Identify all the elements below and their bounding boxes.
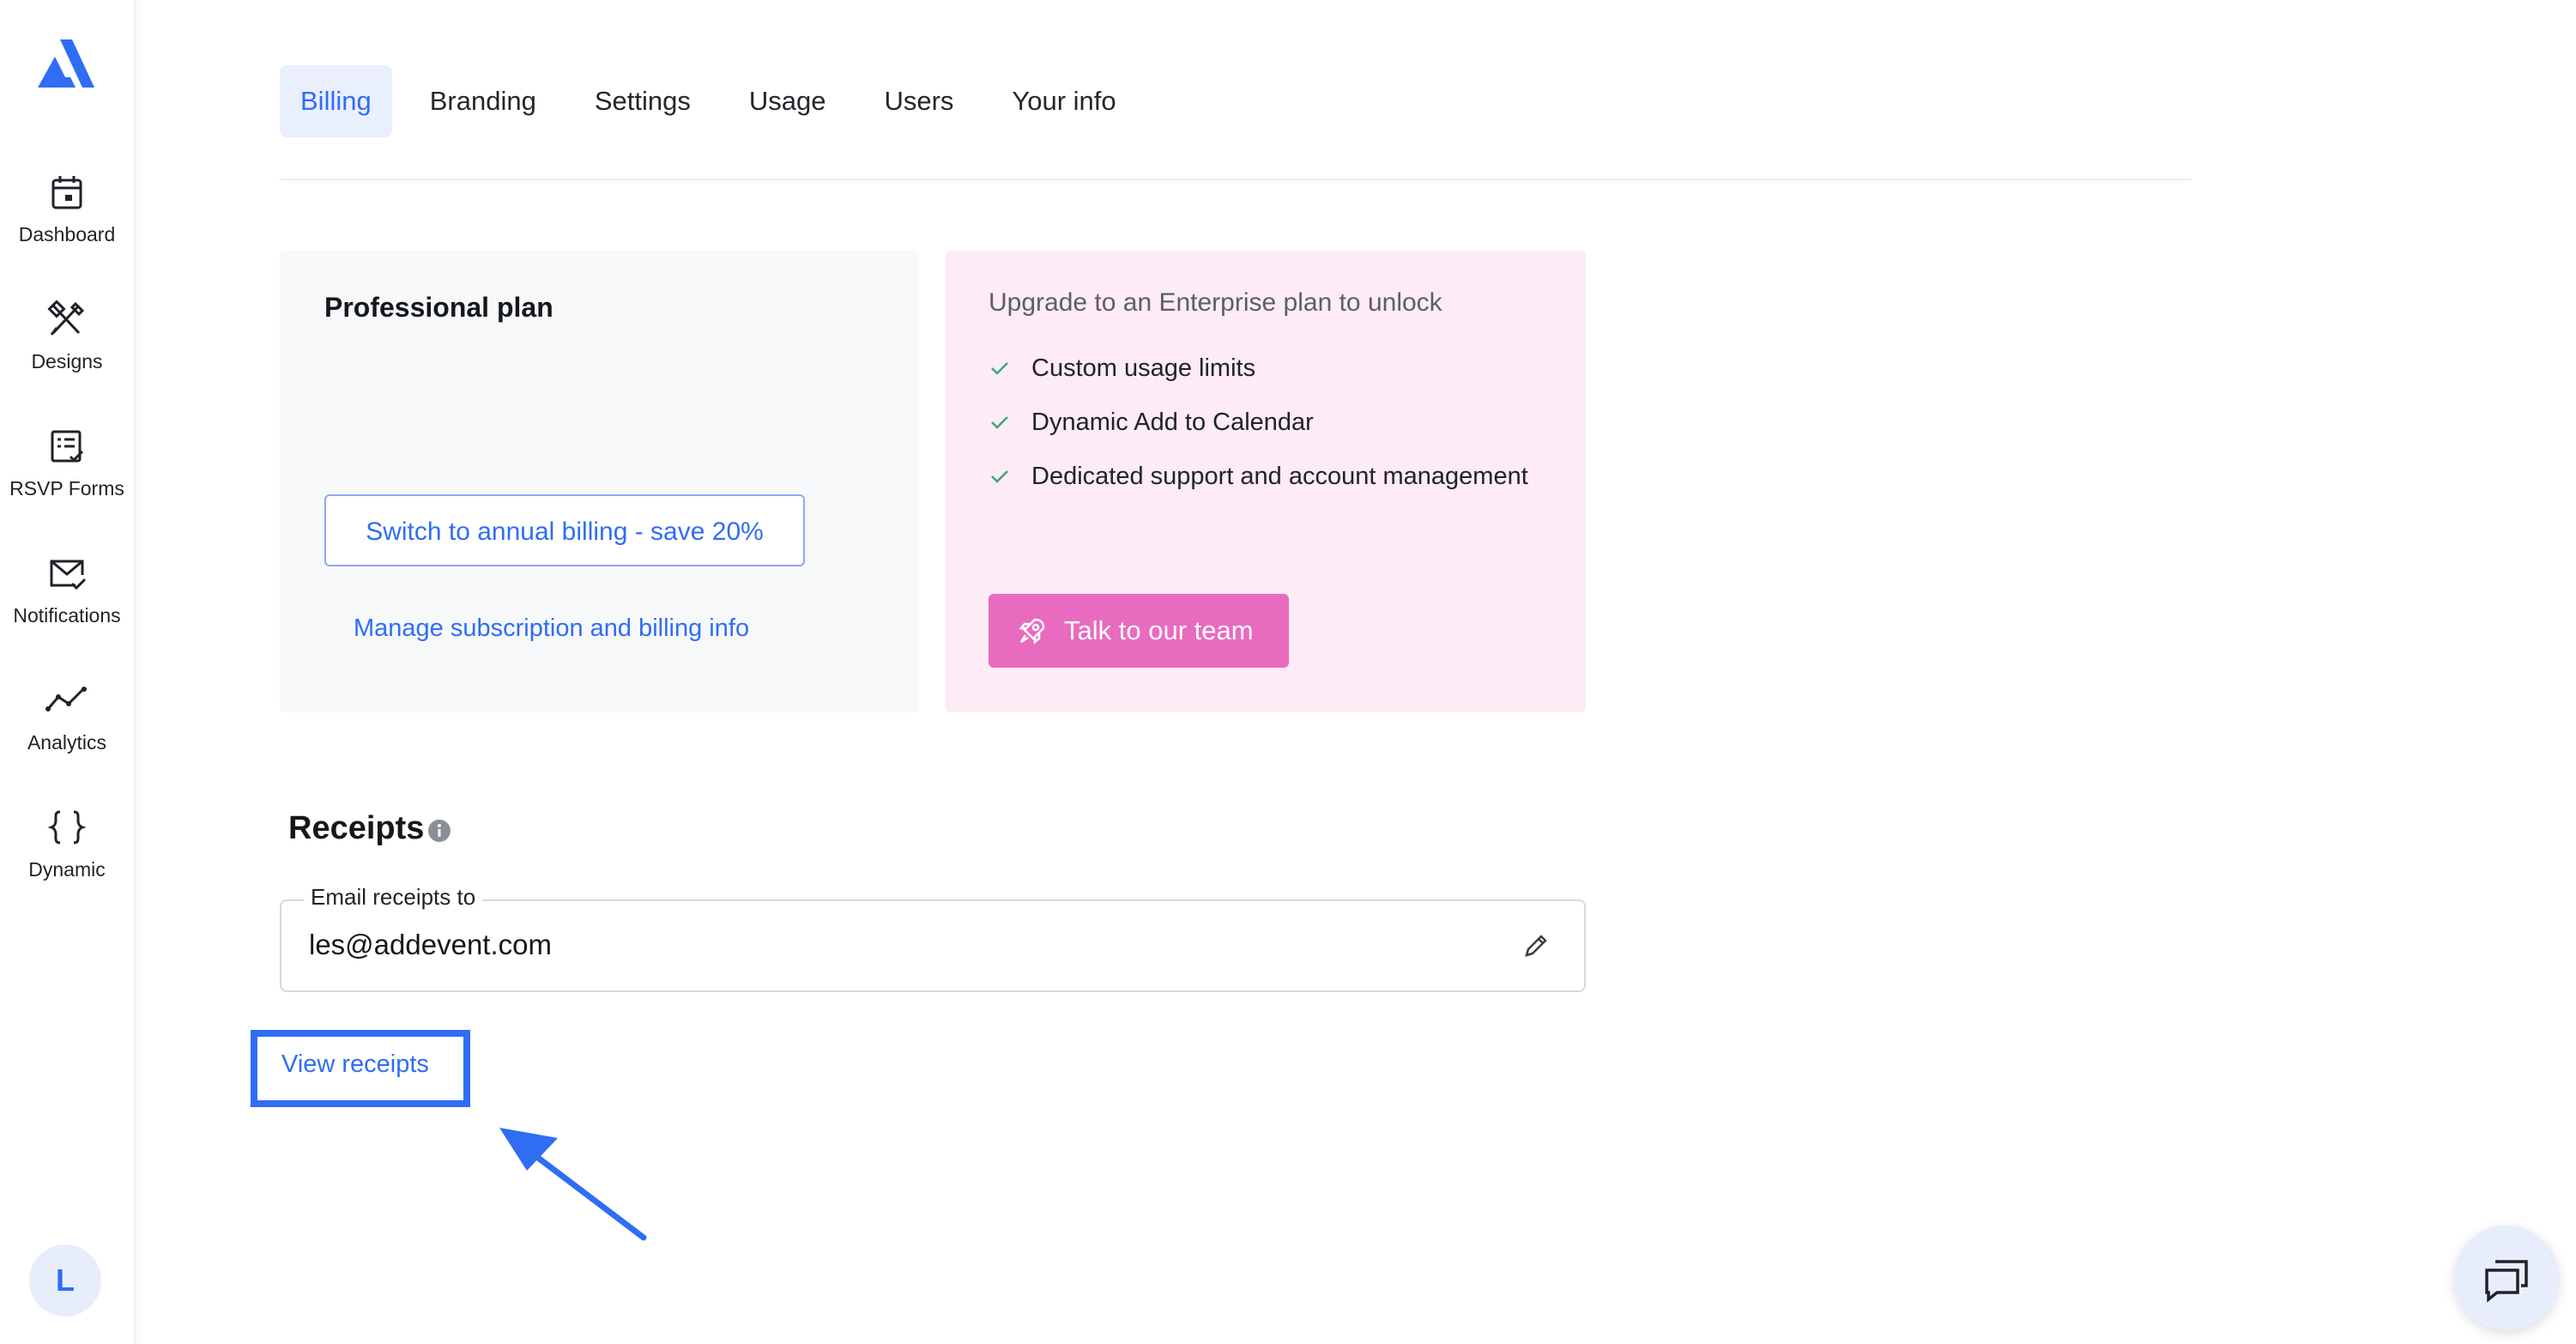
addevent-logo[interactable] xyxy=(34,34,98,98)
sidebar-item-dynamic[interactable]: Dynamic xyxy=(0,805,134,881)
pencil-icon[interactable] xyxy=(1522,932,1550,960)
sidebar-item-analytics[interactable]: Analytics xyxy=(0,678,134,754)
check-icon xyxy=(991,362,1008,375)
plan-card: Professional plan Switch to annual billi… xyxy=(280,251,918,712)
tab-usage[interactable]: Usage xyxy=(729,65,847,137)
talk-to-team-label: Talk to our team xyxy=(1064,615,1254,645)
upgrade-card: Upgrade to an Enterprise plan to unlock … xyxy=(946,251,1586,712)
design-tools-icon xyxy=(47,300,85,336)
rocket-icon xyxy=(1019,618,1045,645)
feature-label: Custom usage limits xyxy=(1031,354,1256,382)
annotation-arrow-icon xyxy=(499,1128,647,1241)
tab-billing[interactable]: Billing xyxy=(280,65,392,137)
feature-label: Dynamic Add to Calendar xyxy=(1031,409,1314,436)
sidebar-item-label: Notifications xyxy=(13,604,121,627)
form-checklist-icon xyxy=(51,430,84,463)
switch-annual-billing-button[interactable]: Switch to annual billing - save 20% xyxy=(324,494,805,566)
receipts-heading: Receipts xyxy=(288,810,425,846)
calendar-icon xyxy=(51,176,82,209)
list-item: Dedicated support and account management xyxy=(989,457,1538,496)
sidebar-item-label: RSVP Forms xyxy=(9,477,124,499)
avatar[interactable]: L xyxy=(29,1244,101,1317)
check-icon xyxy=(991,470,1008,483)
upgrade-title: Upgrade to an Enterprise plan to unlock xyxy=(989,288,1442,317)
email-receipts-label: Email receipts to xyxy=(304,884,483,911)
chat-launcher-button[interactable] xyxy=(2454,1226,2559,1330)
tab-divider xyxy=(280,179,2192,180)
sidebar-item-label: Designs xyxy=(31,350,103,372)
tab-branding[interactable]: Branding xyxy=(409,65,557,137)
tab-your-info[interactable]: Your info xyxy=(991,65,1136,137)
sidebar-item-dashboard[interactable]: Dashboard xyxy=(0,170,134,246)
list-item: Dynamic Add to Calendar xyxy=(989,403,1538,442)
trend-line-icon xyxy=(45,687,87,711)
email-receipts-value: les@addevent.com xyxy=(309,929,552,960)
info-icon[interactable] xyxy=(427,819,451,843)
sidebar: Dashboard Designs RSVP Forms Notificatio… xyxy=(0,0,136,1344)
manage-subscription-link[interactable]: Manage subscription and billing info xyxy=(354,614,749,643)
talk-to-team-button[interactable]: Talk to our team xyxy=(989,594,1289,668)
feature-label: Dedicated support and account management xyxy=(1031,463,1528,490)
check-icon xyxy=(991,416,1008,429)
sidebar-item-notifications[interactable]: Notifications xyxy=(0,551,134,627)
sidebar-item-label: Analytics xyxy=(27,731,107,754)
feature-list: Custom usage limits Dynamic Add to Calen… xyxy=(989,348,1538,511)
tab-users[interactable]: Users xyxy=(863,65,974,137)
view-receipts-link[interactable]: View receipts xyxy=(281,1050,429,1079)
settings-tabs: Billing Branding Settings Usage Users Yo… xyxy=(280,65,1154,137)
tab-settings[interactable]: Settings xyxy=(574,65,711,137)
sidebar-item-label: Dashboard xyxy=(18,223,116,245)
plan-title: Professional plan xyxy=(324,292,553,323)
sidebar-item-rsvp-forms[interactable]: RSVP Forms xyxy=(0,424,134,500)
sidebar-item-label: Dynamic xyxy=(28,858,106,881)
envelope-check-icon xyxy=(50,560,87,590)
list-item: Custom usage limits xyxy=(989,348,1538,388)
sidebar-item-designs[interactable]: Designs xyxy=(0,297,134,373)
curly-braces-icon xyxy=(47,810,87,845)
chat-bubble-icon xyxy=(2485,1260,2528,1303)
